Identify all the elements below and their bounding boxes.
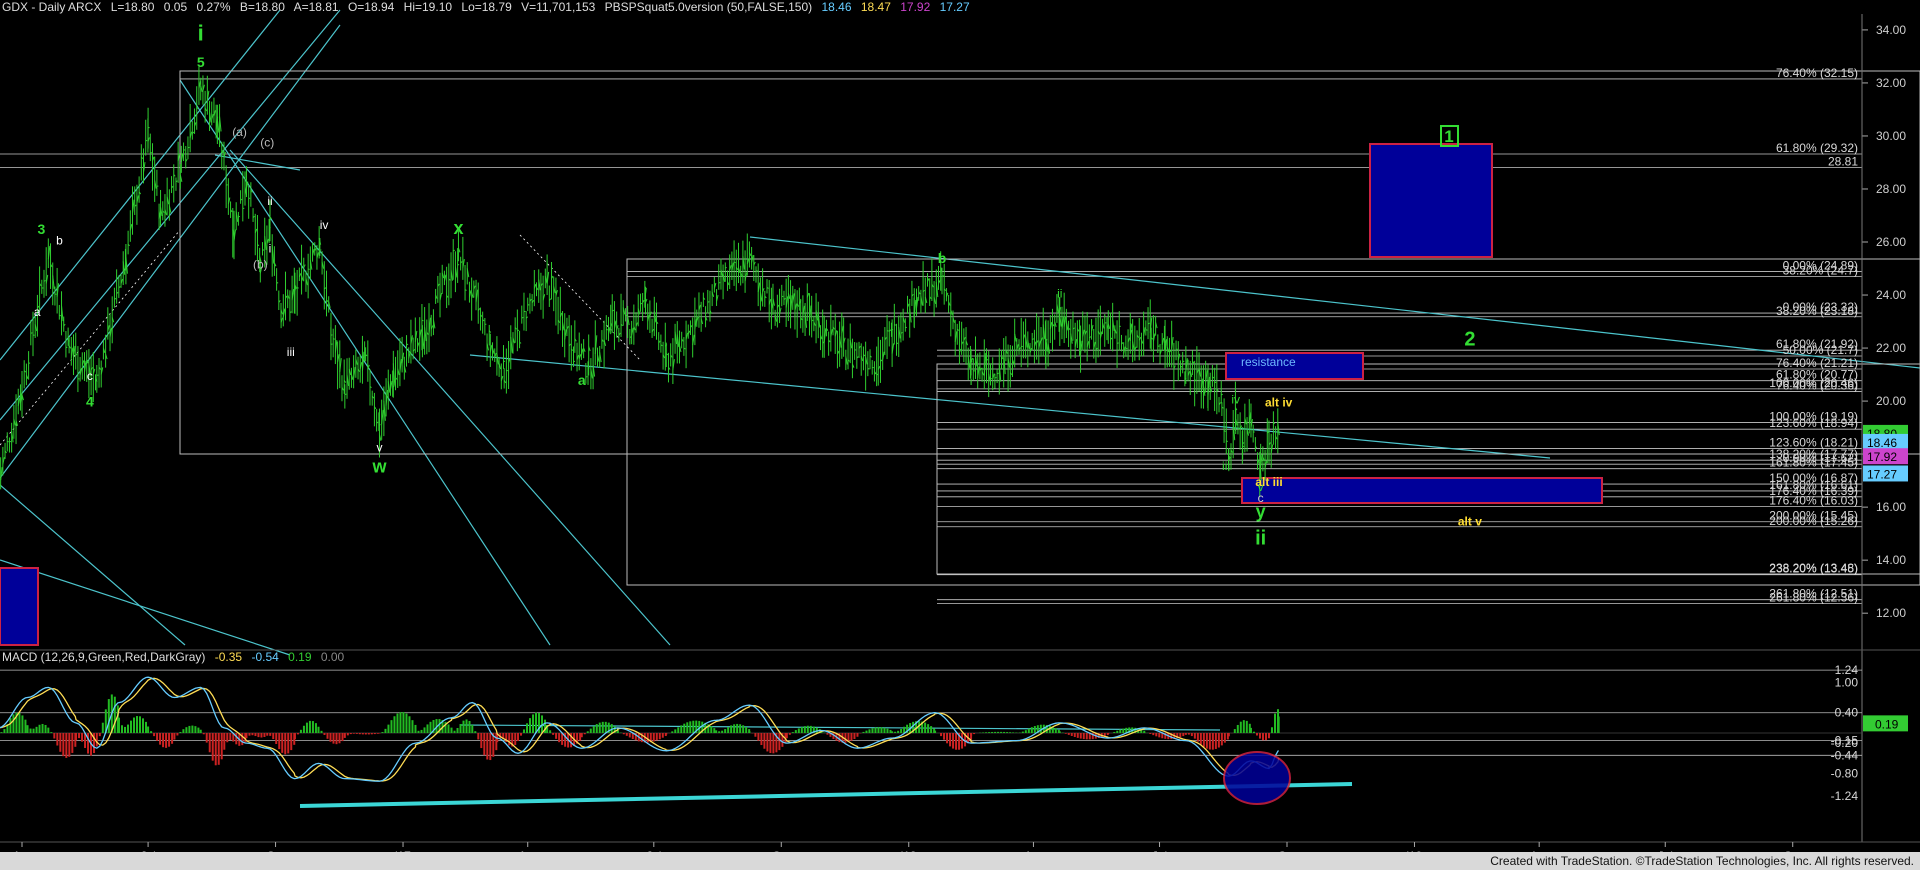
fib-level-label: 176.40% (16.03) <box>1769 493 1858 507</box>
target-box-1 <box>1369 143 1493 258</box>
macd-value-3: 0.19 <box>288 650 312 664</box>
volume-value: V=11,701,153 <box>521 0 596 14</box>
price-tag-label: 17.27 <box>1867 467 1897 481</box>
high-value: Hi=19.10 <box>403 0 453 14</box>
macd-value-4: 0.00 <box>320 650 345 664</box>
fib-level-label: 28.81 <box>1828 155 1858 169</box>
y-tick-label: 24.00 <box>1876 288 1906 302</box>
wave-label: 4 <box>86 393 94 409</box>
y-tick-label: 28.00 <box>1876 182 1906 196</box>
fib-level-label: 238.20% (13.45) <box>1769 562 1858 576</box>
wave-label: ii <box>1255 527 1266 549</box>
wave-label: (a) <box>232 125 247 139</box>
wave-label: b <box>938 250 947 266</box>
y-tick-label: 32.00 <box>1876 76 1906 90</box>
fib-level-label: 200.00% (15.26) <box>1769 514 1858 528</box>
last-value: L=18.80 <box>110 0 155 14</box>
macd-tick-label: -0.44 <box>1831 748 1859 762</box>
y-tick-label: 20.00 <box>1876 394 1906 408</box>
wave-label: (c) <box>260 136 274 150</box>
wave-label: alt iii <box>1255 475 1282 489</box>
y-tick-label: 14.00 <box>1876 553 1906 567</box>
macd-tick-label: -0.80 <box>1831 767 1859 781</box>
wave-label: iii <box>287 345 295 359</box>
macd-value-2: -0.54 <box>251 650 279 664</box>
wave-1-label: 1 <box>1444 127 1453 146</box>
wave-label: c <box>87 369 93 383</box>
wave-label: a <box>578 372 586 388</box>
ask-value: A=18.81 <box>293 0 339 14</box>
study-value-1: 18.46 <box>821 0 852 14</box>
fib-level-label: 61.80% (29.32) <box>1776 141 1858 155</box>
wave-label: alt iv <box>1265 395 1293 409</box>
footer-credit: Created with TradeStation. ©TradeStation… <box>1490 854 1914 868</box>
fib-level-label: 76.40% (32.15) <box>1776 66 1858 80</box>
macd-tick-label: 0.40 <box>1835 706 1859 720</box>
price-tag-label: 18.46 <box>1867 436 1897 450</box>
macd-divergence-ellipse <box>1223 751 1291 805</box>
wave-label: (b) <box>253 258 268 272</box>
fib-level-label: 76.40% (20.36) <box>1776 379 1858 393</box>
change-value: 0.05 <box>163 0 188 14</box>
resistance-label: resistance <box>1241 355 1296 369</box>
wave-label: 3 <box>37 221 45 237</box>
gdx-chart: resistance 1 i534bac(a)(c)(b)iiiiiiivvwx… <box>0 0 1920 870</box>
macd-tick-label: 0.19 <box>1875 717 1899 731</box>
wave-label: w <box>371 457 387 477</box>
macd-tick-label: -1.24 <box>1831 789 1859 803</box>
price-tag-label: 17.92 <box>1867 450 1897 464</box>
y-tick-label: 26.00 <box>1876 235 1906 249</box>
chart-header: GDX - Daily ARCX L=18.80 0.05 0.27% B=18… <box>2 0 976 14</box>
wave-label: i <box>198 21 204 46</box>
open-value: O=18.94 <box>347 0 395 14</box>
wave-label: 5 <box>197 54 205 70</box>
y-tick-label: 30.00 <box>1876 129 1906 143</box>
y-tick-label: 12.00 <box>1876 606 1906 620</box>
fib-level-label: 161.80% (17.45) <box>1769 456 1858 470</box>
change-pct-value: 0.27% <box>196 0 231 14</box>
wave-label: b <box>56 234 63 248</box>
left-box <box>0 567 39 646</box>
wave-label: a <box>34 305 41 319</box>
y-tick-label: 16.00 <box>1876 500 1906 514</box>
wave-label: iv <box>1231 393 1240 407</box>
wave-label: v <box>376 440 382 454</box>
study-value-4: 17.27 <box>939 0 970 14</box>
macd-value-1: -0.35 <box>214 650 243 664</box>
wave-label: alt v <box>1458 515 1482 529</box>
wave-label: x <box>453 218 463 238</box>
wave-label: iii <box>1222 459 1230 473</box>
wave-label: i <box>970 374 973 388</box>
study-value-2: 18.47 <box>860 0 891 14</box>
fib-level-label: 38.20% (23.18) <box>1776 304 1858 318</box>
wave-label: y <box>1256 502 1266 522</box>
fib-level-label: 38.20% (24.7) <box>1783 263 1858 277</box>
wave-label: ii <box>267 194 272 208</box>
wave-label: i <box>269 242 272 256</box>
low-value: Lo=18.79 <box>461 0 512 14</box>
macd-tick-label: -0.20 <box>1831 736 1859 750</box>
study-label: PBSPSquat5.0version (50,FALSE,150) <box>604 0 813 14</box>
bid-value: B=18.80 <box>239 0 285 14</box>
wave-label: 2 <box>1464 328 1475 350</box>
y-tick-label: 34.00 <box>1876 23 1906 37</box>
wave-label: ii <box>1057 287 1062 301</box>
macd-header: MACD (12,26,9,Green,Red,DarkGray) -0.35 … <box>2 650 350 664</box>
macd-label: MACD (12,26,9,Green,Red,DarkGray) <box>2 650 206 664</box>
macd-tick-label: 1.00 <box>1835 675 1859 689</box>
y-tick-label: 22.00 <box>1876 341 1906 355</box>
study-value-3: 17.92 <box>900 0 931 14</box>
fib-level-label: 50.00% (21.7) <box>1783 343 1858 357</box>
symbol-label: GDX - Daily ARCX <box>2 0 102 14</box>
fib-level-label: 261.80% (12.36) <box>1769 591 1858 605</box>
fib-level-label: 123.60% (18.94) <box>1769 416 1858 430</box>
alt-v-box <box>1241 477 1603 504</box>
wave-label: iv <box>320 218 329 232</box>
